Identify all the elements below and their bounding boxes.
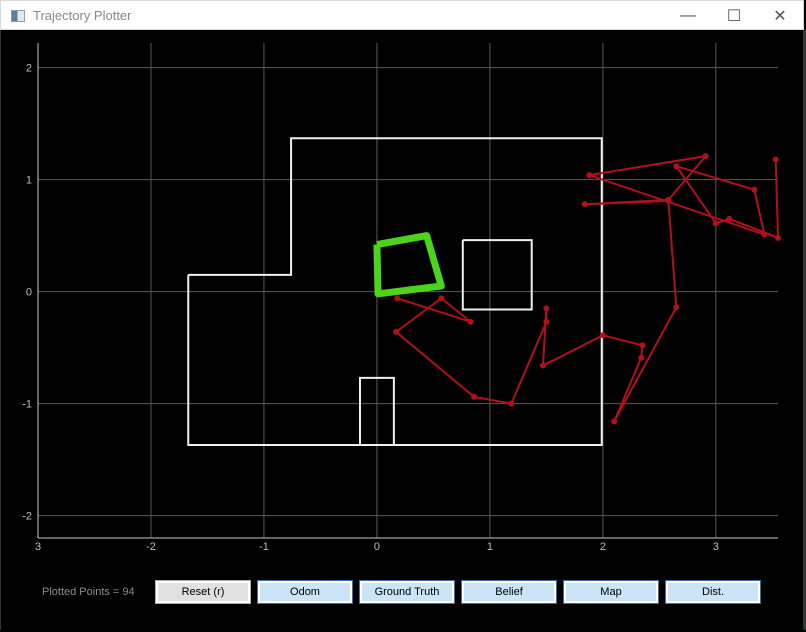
odom-point <box>508 400 515 407</box>
odom-point <box>673 163 680 170</box>
odom-point <box>673 304 680 311</box>
dist-button-label: Dist. <box>702 586 724 598</box>
odom-point <box>540 362 547 369</box>
odom-point <box>394 295 401 302</box>
ground-truth-button[interactable]: Ground Truth <box>359 580 455 604</box>
y-tick-label: 1 <box>26 175 32 187</box>
odom-point <box>543 305 550 312</box>
x-tick-label: 3 <box>35 541 41 553</box>
odom-point <box>639 342 646 349</box>
map-inner-box <box>461 239 533 311</box>
odom-point <box>665 196 672 203</box>
odom-point <box>751 186 758 193</box>
odom-point <box>702 153 709 160</box>
belief-button[interactable]: Belief <box>461 580 557 604</box>
odom-point <box>586 172 593 179</box>
belief-button-label: Belief <box>495 586 523 598</box>
odom-point <box>726 215 733 222</box>
odom-point <box>543 318 550 325</box>
odom-point <box>712 220 719 227</box>
plotted-points-label: Plotted Points = 94 <box>42 586 135 598</box>
x-tick-label: -1 <box>259 541 269 553</box>
x-tick-label: 1 <box>487 541 493 553</box>
x-tick-label: 3 <box>713 541 719 553</box>
odom-point <box>761 231 768 238</box>
odom-point <box>611 418 618 425</box>
odom-point <box>471 393 478 400</box>
x-tick-label: -2 <box>146 541 156 553</box>
odom-point <box>438 295 445 302</box>
y-tick-label: -1 <box>22 399 32 411</box>
dist-button[interactable]: Dist. <box>665 580 761 604</box>
ground-truth-trajectory <box>373 232 445 298</box>
x-tick-label: 0 <box>374 541 380 553</box>
reset-button[interactable]: Reset (r) <box>155 580 251 604</box>
odom-point <box>772 156 779 163</box>
odom-point <box>599 332 606 339</box>
reset-button-label: Reset (r) <box>181 586 225 598</box>
odom-point <box>467 318 474 325</box>
odom-trajectory <box>394 154 780 423</box>
ground-truth-button-label: Ground Truth <box>374 586 440 598</box>
odom-point <box>393 328 400 335</box>
odom-button[interactable]: Odom <box>257 580 353 604</box>
odom-point <box>775 234 781 241</box>
odom-button-label: Odom <box>290 586 320 598</box>
y-tick-label: 2 <box>26 63 32 75</box>
map-button[interactable]: Map <box>563 580 659 604</box>
y-tick-label: 0 <box>26 287 32 299</box>
y-tick-label: -2 <box>22 511 32 523</box>
odom-point <box>638 354 645 361</box>
odom-point <box>581 201 588 208</box>
trajectory-plot[interactable]: 3 -2 -1 0 1 2 3 -2 -1 0 1 2 <box>0 0 806 632</box>
x-tick-label: 2 <box>600 541 606 553</box>
map-button-label: Map <box>600 586 622 598</box>
series-layer <box>373 153 781 425</box>
